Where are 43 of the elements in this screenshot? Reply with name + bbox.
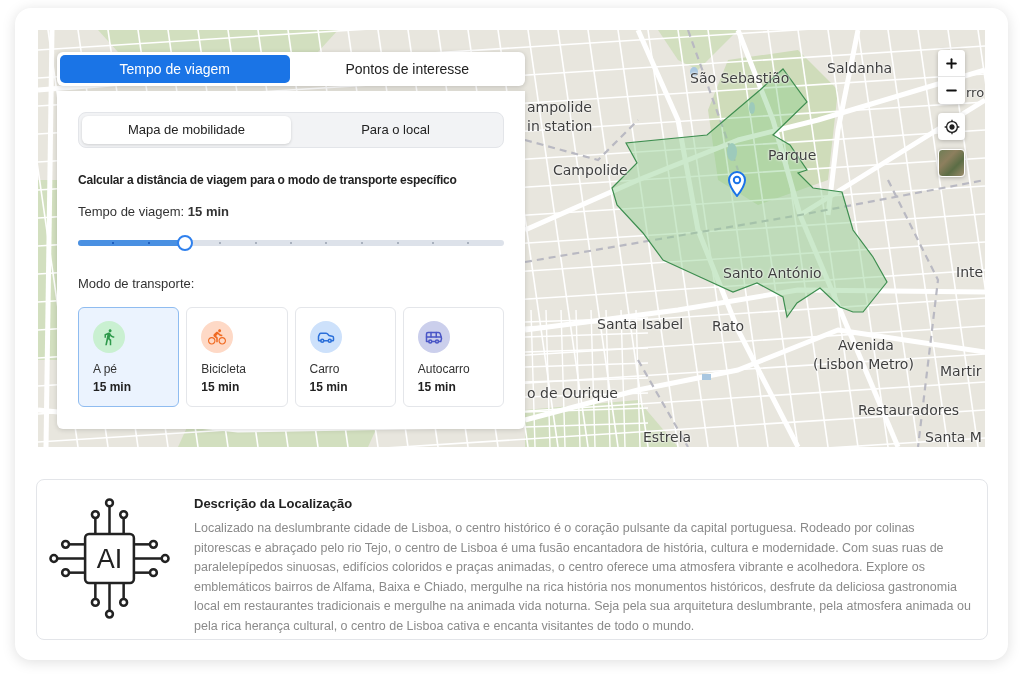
walking-person-icon [93, 321, 125, 353]
target-icon [943, 118, 960, 135]
travel-time-text: Tempo de viagem: 15 min [78, 204, 231, 220]
map-label: Inte [956, 263, 984, 281]
map-label: Santa Isabel [597, 315, 684, 333]
map-label: Restauradores [858, 401, 960, 419]
circuit-chip-icon [49, 498, 170, 619]
travel-time-slider[interactable] [78, 235, 504, 251]
bus-icon [417, 321, 450, 353]
map-label: in station [527, 117, 593, 135]
locate-button[interactable] [938, 113, 965, 140]
slider-thumb[interactable] [176, 235, 193, 251]
map-label: ampolide [527, 98, 592, 116]
zoom-in-button[interactable] [938, 50, 965, 77]
plus-icon [944, 55, 959, 71]
map-label: Saldanha [827, 59, 893, 77]
map-label: Santa M [925, 428, 982, 446]
description-text: Localizado na deslumbrante cidade de Lisboa, o centro histórico é o coração pulsante da capital portuguesa. Rodeado por colinas pitorescas e abraçado pelo rio Tejo, o centro de Lisboa é uma fusão encantadora de história, cultura e modernidade. Com suas ruas de paralelepípedos sinuosas, edifícios coloridos e praças animadas, o centro oferece uma atmosfera vibrante e acolhedora. Explore os emblemáticos bairros de Alfama, Baixa e Chiado, mergulhe na rica história nos monumentos históricos, desfrute da deliciosa gastronomia local em restaurantes tradicionais e mergulhe na animada vida noturna. Seja pela sua arquitetura deslumbrante, pela atmosfera animada ou pela rica herança cultural, o centro de Lisboa cativa e encanta visitantes de todo o mundo. [194, 520, 972, 635]
segment-tab[interactable]: Mapa de mobilidade [82, 116, 291, 144]
transport-option[interactable]: Autocarro 15 min [402, 307, 504, 407]
transport-option[interactable]: A pé 15 min [78, 307, 180, 407]
map-label: Martir [940, 362, 982, 380]
cyclist-icon [201, 321, 234, 353]
map-label: rro [966, 84, 985, 102]
map-label: Estrela [643, 428, 692, 446]
tab[interactable]: Tempo de viagem [60, 55, 290, 83]
chip-label: AI [96, 545, 123, 572]
transport-label: Modo de transporte: [78, 276, 196, 292]
map-label: Avenida [838, 336, 894, 354]
zoom-out-button[interactable] [938, 77, 965, 104]
map-label: Campolide [553, 161, 628, 179]
map-label: Santo António [723, 264, 822, 282]
transport-option[interactable]: Bicicleta 15 min [186, 307, 288, 407]
map-label: o de Ourique [527, 384, 618, 402]
map-label: (Lisbon Metro) [813, 355, 914, 373]
location-pin-icon [728, 171, 746, 197]
car-icon [309, 321, 342, 353]
map-label: Rato [712, 317, 745, 335]
segment-tab[interactable]: Para o local [291, 116, 500, 144]
section-heading: Calcular a distância de viagem para o modo de transporte específico [78, 172, 458, 188]
transport-option[interactable]: Carro 15 min [294, 307, 396, 407]
satellite-view-button[interactable] [938, 149, 965, 177]
description-title: Descrição da Localização [194, 496, 354, 512]
